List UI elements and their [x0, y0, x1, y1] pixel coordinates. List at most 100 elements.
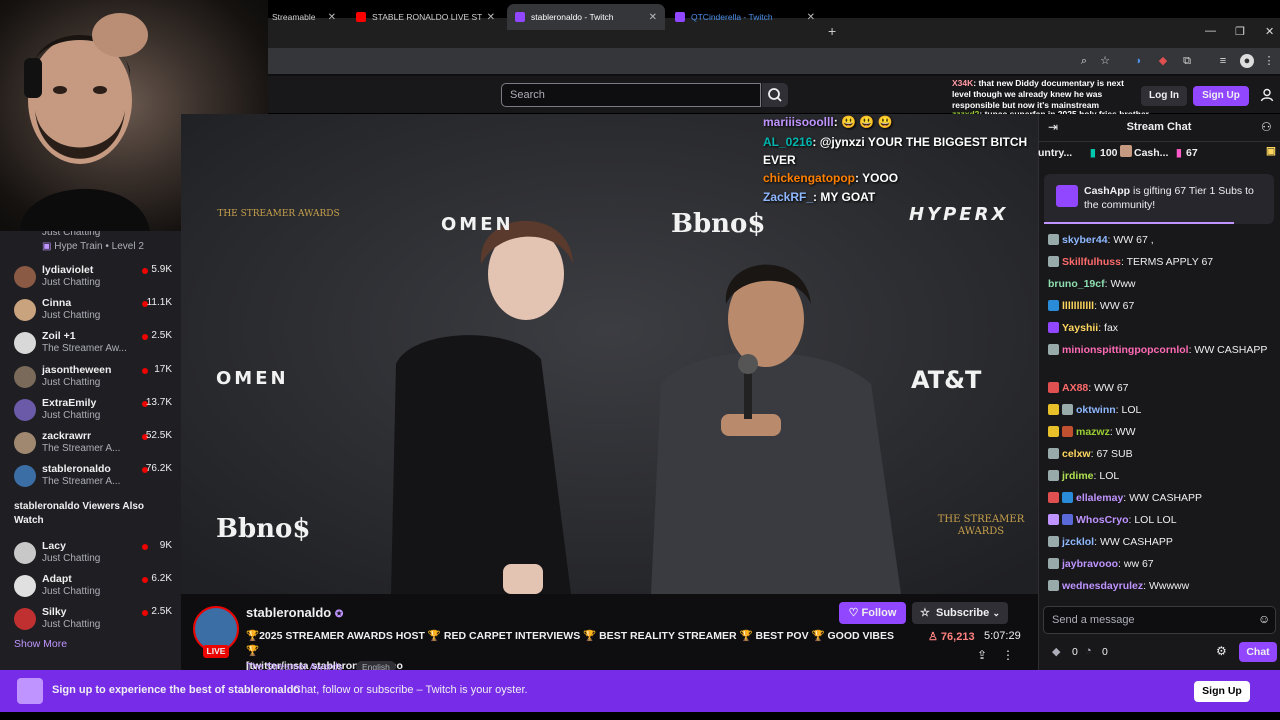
sidebar-channel[interactable]: ExtraEmily Just Chatting 13.7K [0, 393, 181, 427]
tab-close-icon[interactable]: ✕ [328, 12, 336, 23]
avatar [14, 266, 36, 288]
avatar [14, 432, 36, 454]
chat-send-button[interactable]: Chat [1239, 642, 1277, 662]
show-more-link[interactable]: Show More [14, 638, 67, 650]
streamer-awards-logo: THE STREAMER AWARDS [217, 209, 340, 219]
tab-close-icon[interactable]: ✕ [487, 12, 495, 23]
tab-close-icon[interactable]: ✕ [807, 12, 815, 23]
avatar [14, 399, 36, 421]
new-tab-button[interactable]: + [828, 23, 836, 39]
gifter-avatar [1120, 145, 1132, 157]
gift-box-icon: ▣ [1266, 145, 1276, 157]
chat-message: Yayshii: fax [1048, 321, 1274, 336]
chevron-down-icon: ⌄ [992, 608, 1000, 618]
search-input[interactable]: Search [501, 83, 761, 107]
channel-name: Zoil +1 [42, 330, 76, 342]
channel-category: The Streamer A... [42, 476, 121, 487]
chat-message-input[interactable]: Send a message [1043, 606, 1276, 634]
community-icon[interactable]: ⚇ [1261, 120, 1272, 134]
sidebar-channel[interactable]: jasontheween Just Chatting 17K [0, 360, 181, 394]
bookmark-star-icon[interactable]: ☆ [1098, 54, 1112, 68]
sidebar-channel[interactable]: zackrawrr The Streamer A... 52.5K [0, 426, 181, 460]
gift-count: 100 [1100, 147, 1118, 159]
avatar [14, 366, 36, 388]
sidebar-channel[interactable]: Silky Just Chatting 2.5K [0, 602, 181, 636]
youtube-favicon-icon [356, 12, 366, 22]
screen-bottom-strip [0, 712, 1280, 720]
chat-message: jaybravooo: ww 67 [1048, 557, 1274, 572]
chat-message: wednesdayrulez: Wwwww [1048, 579, 1274, 594]
extension-icon[interactable]: ◆ [1156, 54, 1170, 68]
extensions-puzzle-icon[interactable]: ⧉ [1180, 54, 1194, 68]
live-dot-icon [142, 610, 148, 616]
browser-tab[interactable]: STABLE RONALDO LIVE STREAM ✕ [348, 4, 503, 30]
zoom-icon[interactable]: ⌕ [1077, 54, 1091, 68]
channel-category: Just Chatting [42, 310, 101, 321]
banner-subtext: Chat, follow or subscribe – Twitch is yo… [293, 684, 528, 696]
more-options-icon[interactable]: ⋮ [1002, 648, 1014, 662]
sidebar-channel[interactable]: stableronaldo The Streamer A... 76.2K [0, 459, 181, 493]
live-badge: LIVE [203, 645, 229, 658]
emote-picker-icon[interactable]: ☺ [1258, 612, 1270, 626]
minimize-icon[interactable]: — [1205, 25, 1216, 37]
chat-message: oktwinn: LOL [1048, 403, 1274, 418]
browser-tab[interactable]: QTCinderella - Twitch ✕ [667, 4, 823, 30]
bnos-logo: Bbno$ [671, 209, 766, 239]
stream-title: 🏆2025 STREAMER AWARDS HOST 🏆 RED CARPET … [246, 629, 906, 674]
extension-icon[interactable]: ◗ [1132, 54, 1146, 68]
share-icon[interactable]: ⇪ [977, 648, 987, 662]
maximize-icon[interactable]: ❐ [1235, 25, 1245, 38]
twitch-favicon-icon [515, 12, 525, 22]
sidebar-channel[interactable]: Lacy Just Chatting 9K [0, 536, 181, 570]
channel-name: Adapt [42, 573, 72, 585]
att-logo: AT&T [911, 366, 982, 394]
overlay-chat-line: AL_0216: @jynxzi YOUR THE BIGGEST BITCH … [763, 135, 1028, 167]
channel-viewers: 52.5K [145, 430, 172, 441]
tab-close-icon[interactable]: ✕ [649, 12, 657, 23]
user-icon[interactable] [1260, 88, 1274, 102]
sidebar-channel[interactable]: Zoil +1 The Streamer Aw... 2.5K [0, 326, 181, 360]
profile-icon[interactable]: ● [1240, 54, 1254, 68]
video-player[interactable]: THE STREAMER AWARDS OMEN Bbno$ HYPERX OM… [181, 114, 1038, 594]
chat-message: ellalemay: WW CASHAPP [1048, 491, 1274, 506]
browser-tab-active[interactable]: stableronaldo - Twitch ✕ [507, 4, 665, 30]
close-window-icon[interactable]: ✕ [1265, 25, 1274, 38]
channel-points-icon[interactable]: ◔ [1085, 645, 1092, 657]
channel-name: jasontheween [42, 364, 112, 376]
chat-message: jrdime: LOL [1048, 469, 1274, 484]
browser-menu-icon[interactable]: ⋮ [1262, 54, 1276, 68]
tab-title: stableronaldo - Twitch [531, 12, 614, 22]
sidebar-channel[interactable]: Cinna Just Chatting 11.1K [0, 293, 181, 327]
sidebar-channel[interactable]: Adapt Just Chatting 6.2K [0, 569, 181, 603]
avatar [14, 575, 36, 597]
channel-name: zackrawrr [42, 430, 92, 442]
tab-title: QTCinderella - Twitch [691, 12, 773, 22]
live-dot-icon [142, 334, 148, 340]
gift-icon: ▮ [1176, 147, 1182, 159]
chat-settings-icon[interactable]: ⚙ [1216, 644, 1227, 658]
login-button[interactable]: Log In [1141, 86, 1187, 106]
verified-icon: ✪ [334, 609, 344, 620]
follow-button[interactable]: ♡ Follow [839, 602, 906, 624]
channel-viewers: 17K [154, 364, 172, 375]
viewer-count-value: 76,213 [940, 631, 975, 643]
reading-list-icon[interactable]: ≡ [1216, 54, 1230, 68]
gifter-name: untry... [1038, 147, 1073, 159]
channel-name-text: stableronaldo [246, 605, 332, 620]
signup-button[interactable]: Sign Up [1193, 86, 1249, 106]
chat-message: WhosCryo: LOL LOL [1048, 513, 1274, 528]
browser-tab[interactable]: Streamable ✕ [264, 4, 344, 30]
twitch-favicon-icon [675, 12, 685, 22]
heart-icon: ♡ [848, 607, 862, 619]
channel-viewers: 9K [159, 540, 172, 551]
bits-icon[interactable]: ◆ [1052, 645, 1060, 658]
search-button[interactable] [762, 83, 788, 107]
hyperx-logo: HYPERX [909, 204, 1009, 225]
channel-name[interactable]: stableronaldo ✪ [246, 605, 343, 620]
subscribe-button[interactable]: ☆ Subscribe ⌄ [912, 602, 1008, 624]
channel-category: Just Chatting [42, 553, 101, 564]
banner-signup-button[interactable]: Sign Up [1194, 681, 1250, 702]
channel-viewers: 76.2K [145, 463, 172, 474]
sidebar-channel[interactable]: lydiaviolet Just Chatting 5.9K [0, 260, 181, 294]
hype-train-icon: ▣ [42, 241, 55, 252]
